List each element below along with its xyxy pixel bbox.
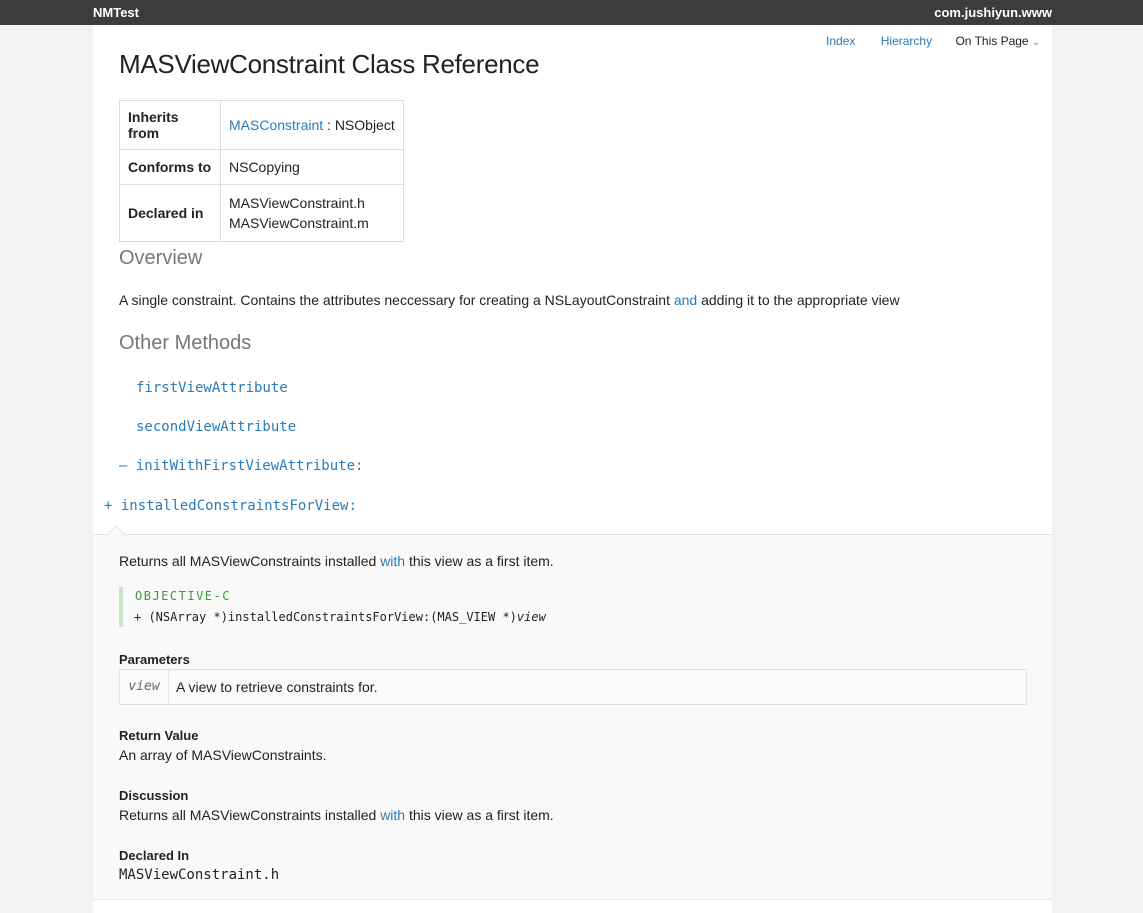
- on-this-page-label: On This Page: [955, 34, 1029, 48]
- class-method-symbol: +: [104, 498, 113, 514]
- on-this-page-menu[interactable]: On This Page ⌄: [955, 34, 1040, 48]
- doc-nav: Index Hierarchy On This Page ⌄: [804, 34, 1040, 48]
- parameters-heading: Parameters: [119, 652, 190, 667]
- inherits-label: Inherits from: [119, 100, 221, 150]
- method-summary: Returns all MASViewConstraints installed…: [119, 553, 554, 569]
- code-signature-param: view: [516, 610, 546, 624]
- param-name: view: [120, 670, 169, 704]
- other-methods-heading: Other Methods: [119, 332, 252, 354]
- param-description: A view to retrieve constraints for.: [176, 679, 378, 695]
- summary-after: this view as a first item.: [405, 553, 554, 569]
- discussion-link[interactable]: with: [380, 807, 405, 823]
- conforms-label: Conforms to: [119, 149, 221, 185]
- declared-in-value: MASViewConstraint.h: [119, 867, 280, 883]
- code-declaration: OBJECTIVE-C + (NSArray *)installedConstr…: [119, 587, 623, 627]
- conforms-value: NSCopying: [220, 149, 404, 185]
- declared-label: Declared in: [119, 184, 221, 242]
- top-bar: NMTest com.jushiyun.www: [0, 0, 1143, 25]
- method-name: firstViewAttribute: [136, 380, 288, 396]
- summary-link[interactable]: with: [380, 553, 405, 569]
- declared-in-heading: Declared In: [119, 848, 190, 863]
- return-value-text: An array of MASViewConstraints.: [119, 747, 327, 763]
- declared-values: MASViewConstraint.h MASViewConstraint.m: [220, 184, 404, 242]
- overview-text-before: A single constraint. Contains the attrib…: [119, 292, 674, 308]
- company-id: com.jushiyun.www: [934, 5, 1052, 20]
- method-installed-constraints-for-view[interactable]: + installedConstraintsForView:: [104, 498, 357, 514]
- inherits-value: MASConstraint : NSObject: [220, 100, 404, 150]
- parameters-table: view A view to retrieve constraints for.: [119, 669, 1027, 705]
- instance-method-symbol: –: [119, 458, 128, 474]
- code-language-label: OBJECTIVE-C: [135, 589, 231, 603]
- method-second-view-attribute[interactable]: secondViewAttribute: [136, 419, 296, 435]
- code-signature-prefix: + (NSArray *)installedConstraintsForView…: [134, 610, 517, 624]
- overview-text: A single constraint. Contains the attrib…: [119, 292, 900, 308]
- method-detail-panel: Returns all MASViewConstraints installed…: [93, 525, 1052, 900]
- class-info-table: Inherits from MASConstraint : NSObject C…: [119, 100, 404, 242]
- return-value-heading: Return Value: [119, 728, 199, 743]
- method-first-view-attribute[interactable]: firstViewAttribute: [136, 380, 288, 396]
- overview-heading: Overview: [119, 247, 203, 269]
- nav-index-link[interactable]: Index: [826, 34, 855, 48]
- nav-hierarchy-link[interactable]: Hierarchy: [881, 34, 932, 48]
- discussion-before: Returns all MASViewConstraints installed: [119, 807, 381, 823]
- chevron-down-icon: ⌄: [1031, 37, 1040, 48]
- page-content: Index Hierarchy On This Page ⌄ MASViewCon…: [93, 25, 1052, 913]
- method-init-with-first-view-attribute[interactable]: – initWithFirstViewAttribute:: [119, 458, 363, 474]
- masconstraint-link[interactable]: MASConstraint: [229, 117, 323, 133]
- discussion-after: this view as a first item.: [405, 807, 554, 823]
- discussion-text: Returns all MASViewConstraints installed…: [119, 807, 554, 823]
- project-title[interactable]: NMTest: [93, 5, 139, 20]
- inherits-rest: : NSObject: [323, 117, 395, 133]
- declared-file-h: MASViewConstraint.h: [229, 195, 365, 211]
- method-name: secondViewAttribute: [136, 419, 297, 435]
- method-name: installedConstraintsForView:: [120, 498, 357, 514]
- discussion-heading: Discussion: [119, 788, 189, 803]
- overview-link[interactable]: and: [674, 292, 697, 308]
- panel-pointer: [107, 525, 126, 544]
- page-title: MASViewConstraint Class Reference: [119, 49, 540, 79]
- code-signature: + (NSArray *)installedConstraintsForView…: [134, 610, 546, 624]
- method-name: initWithFirstViewAttribute:: [135, 458, 364, 474]
- summary-before: Returns all MASViewConstraints installed: [119, 553, 381, 569]
- overview-text-after: adding it to the appropriate view: [697, 292, 900, 308]
- declared-file-m: MASViewConstraint.m: [229, 215, 369, 231]
